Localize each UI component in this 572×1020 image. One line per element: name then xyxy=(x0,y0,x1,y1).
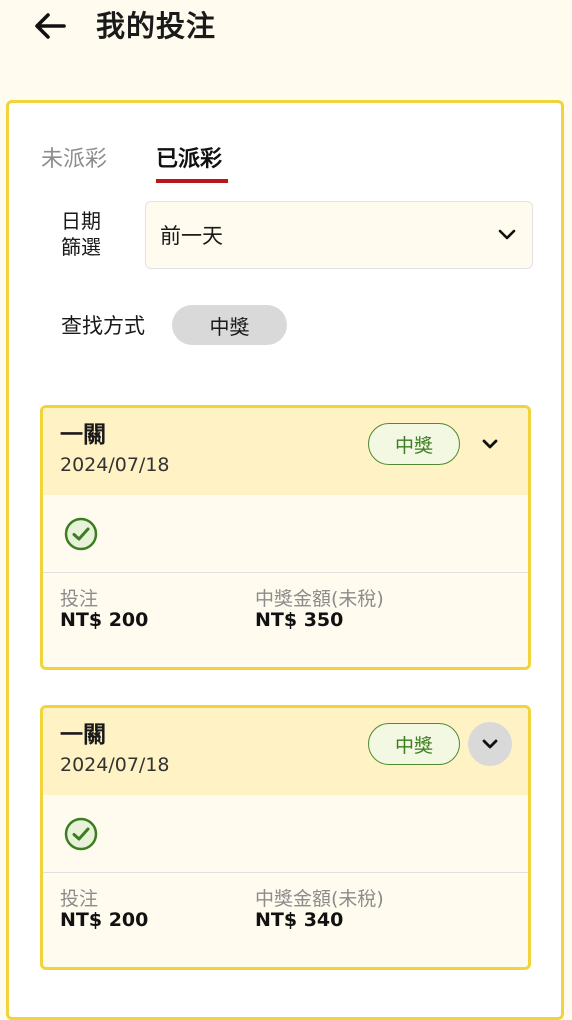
expand-button[interactable] xyxy=(468,722,512,766)
chevron-down-icon xyxy=(498,229,516,240)
check-circle-icon xyxy=(64,817,98,851)
date-filter-value: 前一天 xyxy=(160,224,223,248)
tab-label: 未派彩 xyxy=(41,147,108,172)
arrow-left-icon xyxy=(35,13,66,39)
bet-card: 一關 2024/07/18 中獎 投注 NT$ 200 中獎金額(未稅) NT$… xyxy=(40,705,531,970)
payout-label: 中獎金額(未稅) xyxy=(255,588,384,610)
payout-value: NT$ 340 xyxy=(255,909,344,931)
page-title: 我的投注 xyxy=(96,9,217,43)
active-tab-indicator xyxy=(156,179,228,183)
tab-settled[interactable]: 已派彩 xyxy=(156,141,228,183)
bet-card-header: 一關 2024/07/18 中獎 xyxy=(43,708,528,795)
status-badge: 中獎 xyxy=(368,723,460,765)
bet-type: 一關 xyxy=(60,722,106,748)
tab-unsettled[interactable]: 未派彩 xyxy=(41,141,107,173)
check-circle-icon xyxy=(64,517,98,551)
back-button[interactable] xyxy=(30,6,70,46)
header: 我的投注 xyxy=(0,0,572,56)
stake-label: 投注 xyxy=(60,888,99,910)
bet-selection-row xyxy=(43,495,528,573)
search-mode-chip[interactable]: 中獎 xyxy=(172,305,287,345)
chevron-down-icon xyxy=(482,439,498,449)
bet-selection-row xyxy=(43,795,528,873)
bet-type: 一關 xyxy=(60,422,106,448)
expand-button[interactable] xyxy=(468,422,512,466)
search-mode-label: 查找方式 xyxy=(61,314,145,338)
bet-card: 一關 2024/07/18 中獎 投注 NT$ 200 中獎金額(未稅) NT$… xyxy=(40,405,531,670)
bet-date: 2024/07/18 xyxy=(60,454,170,476)
stake-label: 投注 xyxy=(60,588,99,610)
chevron-down-icon xyxy=(482,739,498,749)
bets-panel: 未派彩 已派彩 日期 篩選 前一天 查找方式 中獎 一關 2024/07/18 中… xyxy=(6,100,564,1020)
payout-value: NT$ 350 xyxy=(255,609,344,631)
status-badge: 中獎 xyxy=(368,423,460,465)
tab-label: 已派彩 xyxy=(156,147,223,172)
stake-value: NT$ 200 xyxy=(60,909,149,931)
bet-card-header: 一關 2024/07/18 中獎 xyxy=(43,408,528,495)
payout-label: 中獎金額(未稅) xyxy=(255,888,384,910)
bet-date: 2024/07/18 xyxy=(60,754,170,776)
date-filter-select[interactable]: 前一天 xyxy=(145,201,533,269)
stake-value: NT$ 200 xyxy=(60,609,149,631)
date-filter-label: 日期 篩選 xyxy=(61,209,101,259)
